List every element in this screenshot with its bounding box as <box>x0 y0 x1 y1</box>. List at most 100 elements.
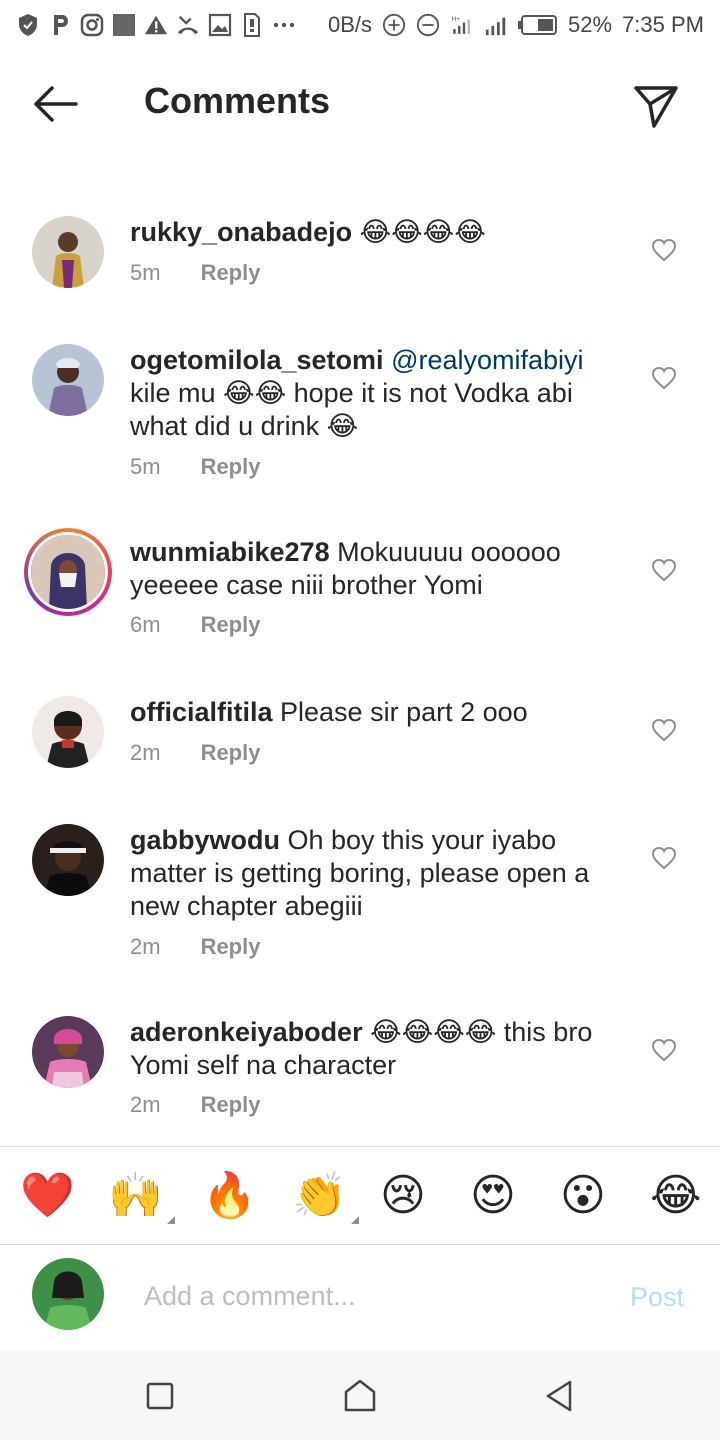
reply-button[interactable]: Reply <box>201 740 261 766</box>
heart-icon <box>651 238 677 262</box>
comment-username[interactable]: ogetomilola_setomi <box>130 345 384 375</box>
skin-tone-indicator-icon <box>166 1216 175 1224</box>
reply-button[interactable]: Reply <box>201 454 261 480</box>
add-circle-icon <box>382 13 406 37</box>
comment-body: wunmiabike278 Mokuuuuu oooooo yeeeee cas… <box>130 536 630 602</box>
comment-body: aderonkeiyaboder 😂😂😂😂 this bro Yomi self… <box>130 1016 630 1082</box>
square-icon <box>112 13 136 37</box>
avatar[interactable] <box>32 1016 104 1088</box>
page-title: Comments <box>144 80 331 121</box>
header: Comments <box>0 60 720 148</box>
avatar <box>28 532 108 612</box>
comment-username[interactable]: rukky_onabadejo <box>130 217 352 247</box>
reply-button[interactable]: Reply <box>201 612 261 638</box>
heart-icon <box>651 718 677 742</box>
missed-call-icon <box>176 13 200 37</box>
heart-icon <box>651 1038 677 1062</box>
mention-link[interactable]: @realyomifabiyi <box>391 345 583 375</box>
emoji-crying-face[interactable]: 😢 <box>380 1160 426 1232</box>
comment-body: ogetomilola_setomi @realyomifabiyi kile … <box>130 344 630 443</box>
signal-icon: H+ <box>450 13 474 37</box>
share-button[interactable] <box>630 80 682 132</box>
comment-time: 6m <box>130 612 161 637</box>
minus-circle-icon <box>416 13 440 37</box>
divider <box>0 1146 720 1147</box>
add-comment-row: Post <box>0 1246 720 1346</box>
reply-button[interactable]: Reply <box>201 934 261 960</box>
avatar[interactable] <box>32 696 104 768</box>
comment-text: kile mu 😂😂 hope it is not Vodka abi what… <box>130 378 573 441</box>
comment-meta: 5m Reply <box>130 260 260 286</box>
emoji-tears-of-joy[interactable]: 😂 <box>650 1160 701 1232</box>
recents-button[interactable] <box>140 1376 180 1416</box>
avatar-with-story-ring[interactable] <box>24 528 112 616</box>
triangle-back-icon <box>546 1380 572 1412</box>
heart-icon <box>651 366 677 390</box>
reply-button[interactable]: Reply <box>201 1092 261 1118</box>
like-button[interactable] <box>651 718 677 742</box>
heart-icon <box>651 558 677 582</box>
emoji-heart-eyes[interactable]: 😍 <box>470 1160 516 1232</box>
comment-input[interactable] <box>144 1272 604 1320</box>
avatar[interactable] <box>32 344 104 416</box>
emoji-reaction-bar: ❤️ 🙌 🔥 👏 😢 😍 😮 😂 <box>0 1160 720 1234</box>
emoji-red-heart[interactable]: ❤️ <box>20 1160 75 1232</box>
comment-time: 5m <box>130 260 161 285</box>
shield-icon <box>16 13 40 37</box>
comment-username[interactable]: aderonkeiyaboder <box>130 1017 363 1047</box>
like-button[interactable] <box>651 366 677 390</box>
comment-time: 5m <box>130 454 161 479</box>
avatar[interactable] <box>32 824 104 896</box>
comment-body: rukky_onabadejo 😂😂😂😂 <box>130 216 630 249</box>
comment-time: 2m <box>130 934 161 959</box>
comment-body: officialfitila Please sir part 2 ooo <box>130 696 630 729</box>
like-button[interactable] <box>651 1038 677 1062</box>
emoji-surprised-face[interactable]: 😮 <box>560 1160 606 1232</box>
arrow-left-icon <box>34 86 78 122</box>
net-speed-text: 0B/s <box>327 12 373 37</box>
sim-icon <box>240 13 264 37</box>
post-button[interactable]: Post <box>630 1282 684 1313</box>
comment-meta: 6m Reply <box>130 612 260 638</box>
battery-icon <box>518 13 558 37</box>
status-bar: 0B/s H+ 52% 7:35 PM <box>0 0 720 50</box>
emoji-clapping-hands-glyph: 👏 <box>292 1170 347 1221</box>
clock-time: 7:35 PM <box>622 12 704 37</box>
comment-body: gabbywodu Oh boy this your iyabo matter … <box>130 824 630 923</box>
avatar[interactable] <box>32 216 104 288</box>
home-icon <box>344 1379 376 1412</box>
divider <box>0 1244 720 1245</box>
image-icon <box>208 13 232 37</box>
current-user-avatar <box>32 1258 104 1330</box>
comment-text: 😂😂😂😂 <box>352 217 486 247</box>
comment-username[interactable]: gabbywodu <box>130 825 280 855</box>
emoji-raising-hands-glyph: 🙌 <box>108 1170 163 1221</box>
status-right-group: 0B/s H+ 52% 7:35 PM <box>328 12 704 38</box>
back-button[interactable] <box>28 82 82 126</box>
like-button[interactable] <box>651 846 677 870</box>
svg-text:H+: H+ <box>452 16 461 23</box>
emoji-fire[interactable]: 🔥 <box>202 1160 257 1232</box>
comment-meta: 5m Reply <box>130 454 260 480</box>
instagram-icon <box>80 13 104 37</box>
comment-time: 2m <box>130 740 161 765</box>
skin-tone-indicator-icon <box>350 1216 359 1224</box>
comment-meta: 2m Reply <box>130 740 260 766</box>
back-nav-button[interactable] <box>540 1376 580 1416</box>
comment-meta: 2m Reply <box>130 1092 260 1118</box>
comment-username[interactable]: wunmiabike278 <box>130 537 330 567</box>
system-nav-bar <box>0 1350 720 1440</box>
home-button[interactable] <box>340 1376 380 1416</box>
like-button[interactable] <box>651 558 677 582</box>
status-notification-icons <box>16 13 296 37</box>
heart-icon <box>651 846 677 870</box>
emoji-clapping-hands[interactable]: 👏 <box>292 1160 359 1232</box>
like-button[interactable] <box>651 238 677 262</box>
emoji-raising-hands[interactable]: 🙌 <box>108 1160 175 1232</box>
warning-icon <box>144 13 168 37</box>
comment-text: Please sir part 2 ooo <box>272 697 528 727</box>
comment-username[interactable]: officialfitila <box>130 697 273 727</box>
reply-button[interactable]: Reply <box>201 260 261 286</box>
comment-time: 2m <box>130 1092 161 1117</box>
paper-plane-icon <box>634 86 678 128</box>
